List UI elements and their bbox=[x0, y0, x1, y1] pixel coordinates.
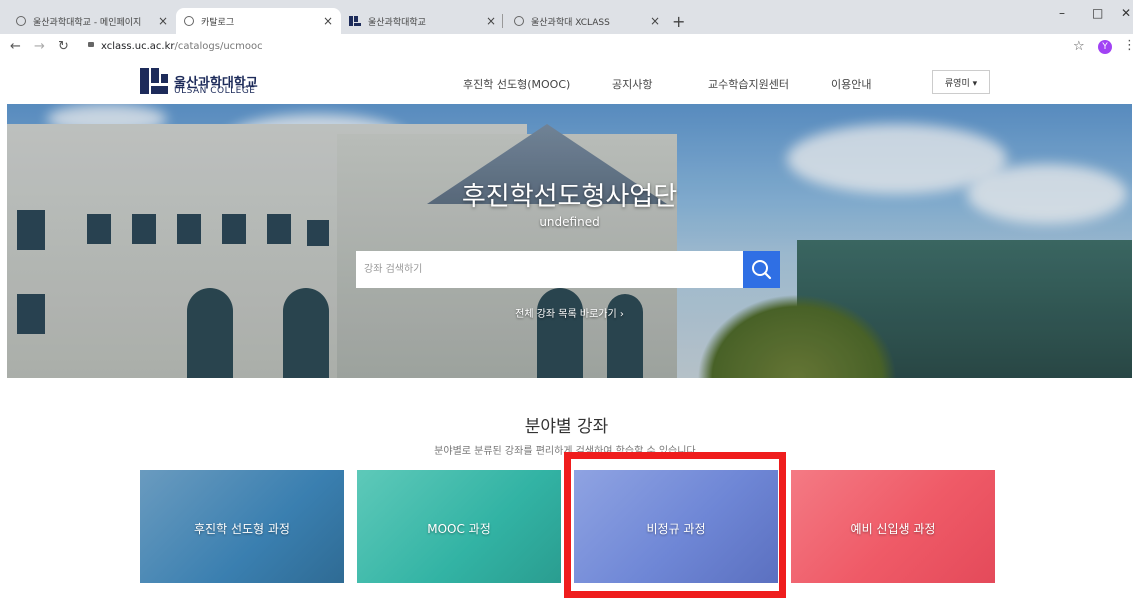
tab-title: 울산과학대학교 - 메인페이지 bbox=[33, 17, 142, 28]
hero-title: 후진학선도형사업단 bbox=[461, 182, 678, 212]
address-bar-row: ← → ↻ xclass.uc.ac.kr/catalogs/ucmooc ☆ … bbox=[0, 34, 1133, 61]
reload-icon[interactable]: ↻ bbox=[58, 39, 69, 54]
lock-icon bbox=[88, 42, 94, 47]
category-card-mooc[interactable]: MOOC 과정 bbox=[357, 470, 561, 583]
profile-avatar[interactable]: Y bbox=[1098, 40, 1112, 54]
search-icon bbox=[752, 260, 772, 280]
tab-main-page[interactable]: 울산과학대학교 - 메인페이지 × bbox=[8, 8, 176, 34]
course-search-input[interactable] bbox=[356, 251, 726, 288]
minimize-icon[interactable]: – bbox=[1059, 6, 1065, 20]
uc-logo-icon bbox=[349, 16, 361, 26]
tab-title: 카탈로그 bbox=[201, 17, 235, 28]
tab-xclass[interactable]: 울산과학대 XCLASS × bbox=[506, 8, 668, 34]
nav-mooc[interactable]: 후진학 선도형(MOOC) bbox=[463, 76, 570, 92]
nav-notices[interactable]: 공지사항 bbox=[612, 76, 652, 92]
hero-banner: 후진학선도형사업단 undefined 전체 강좌 목록 바로가기 › bbox=[7, 104, 1132, 378]
uc-logo-icon[interactable] bbox=[140, 68, 168, 94]
tab-title: 울산과학대학교 bbox=[368, 17, 426, 28]
globe-icon bbox=[514, 16, 524, 26]
back-arrow-icon[interactable]: ← bbox=[10, 39, 21, 54]
course-search-box bbox=[356, 251, 743, 288]
card-label: 예비 신입생 과정 bbox=[850, 522, 936, 536]
all-courses-link[interactable]: 전체 강좌 목록 바로가기 › bbox=[7, 305, 1132, 320]
nav-teaching-center[interactable]: 교수학습지원센터 bbox=[708, 76, 789, 92]
hero-subtitle: undefined bbox=[539, 215, 600, 229]
card-label: MOOC 과정 bbox=[427, 522, 491, 536]
user-menu-button[interactable]: 류영미 ▾ bbox=[932, 70, 990, 94]
card-label: 후진학 선도형 과정 bbox=[194, 522, 290, 536]
category-card-advanced-learning[interactable]: 후진학 선도형 과정 bbox=[140, 470, 344, 583]
globe-icon bbox=[184, 16, 194, 26]
browser-tab-strip: 울산과학대학교 - 메인페이지 × 카탈로그 × 울산과학대학교 × 울산과학대… bbox=[0, 0, 1133, 34]
close-tab-icon[interactable]: × bbox=[321, 14, 335, 28]
close-tab-icon[interactable]: × bbox=[156, 14, 170, 28]
category-card-pre-freshman[interactable]: 예비 신입생 과정 bbox=[791, 470, 995, 583]
window-close-icon[interactable]: ✕ bbox=[1121, 6, 1131, 20]
url-host: xclass.uc.ac.kr bbox=[101, 41, 175, 52]
brand-name-english[interactable]: ULSAN COLLEGE bbox=[174, 86, 255, 96]
section-title: 분야별 강좌 bbox=[524, 417, 609, 437]
site-header: 울산과학대학교 ULSAN COLLEGE 후진학 선도형(MOOC) 공지사항… bbox=[0, 60, 1133, 104]
close-tab-icon[interactable]: × bbox=[648, 14, 662, 28]
maximize-icon[interactable]: □ bbox=[1092, 6, 1103, 20]
url-field[interactable]: xclass.uc.ac.kr/catalogs/ucmooc bbox=[101, 41, 263, 52]
bookmark-star-icon[interactable]: ☆ bbox=[1073, 39, 1085, 54]
tab-ulsan-college[interactable]: 울산과학대학교 × bbox=[341, 8, 504, 34]
browser-menu-icon[interactable]: ⋮ bbox=[1123, 38, 1133, 53]
globe-icon bbox=[16, 16, 26, 26]
tab-catalog[interactable]: 카탈로그 × bbox=[176, 8, 341, 34]
url-path: /catalogs/ucmooc bbox=[174, 41, 263, 52]
highlight-box bbox=[564, 452, 786, 598]
close-tab-icon[interactable]: × bbox=[484, 14, 498, 28]
nav-guide[interactable]: 이용안내 bbox=[831, 76, 871, 92]
forward-arrow-icon[interactable]: → bbox=[34, 39, 45, 54]
tab-title: 울산과학대 XCLASS bbox=[531, 17, 610, 28]
tab-separator bbox=[502, 14, 503, 28]
search-button[interactable] bbox=[743, 251, 780, 288]
new-tab-button[interactable]: + bbox=[672, 12, 685, 31]
